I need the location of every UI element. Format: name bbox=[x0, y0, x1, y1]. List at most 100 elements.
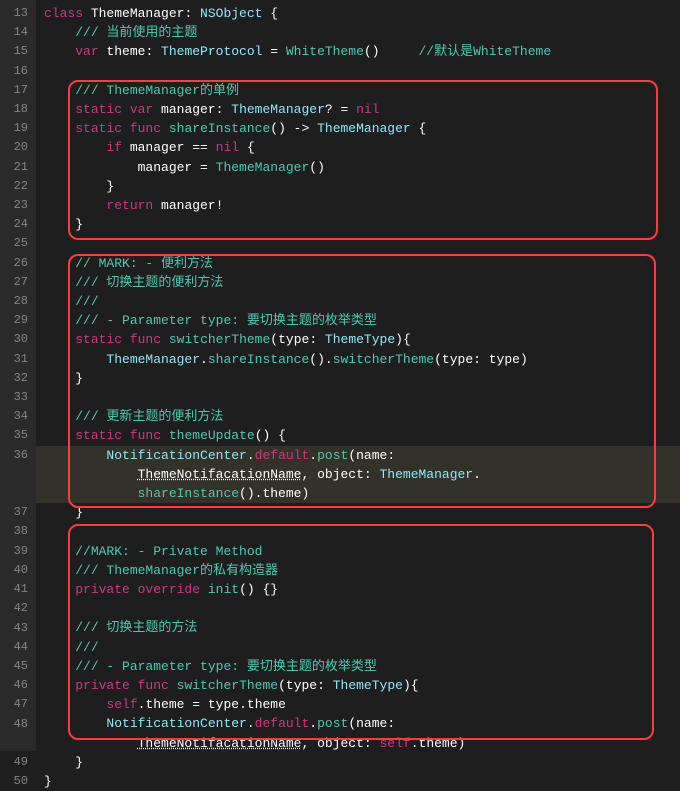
code-line[interactable]: /// bbox=[36, 292, 680, 311]
token: self bbox=[106, 697, 137, 712]
token: ( bbox=[434, 352, 442, 367]
code-line[interactable]: } bbox=[36, 177, 680, 196]
token: . bbox=[239, 697, 247, 712]
code-line[interactable]: /// 当前使用的主题 bbox=[36, 23, 680, 42]
token bbox=[44, 160, 138, 175]
code-line[interactable]: } bbox=[36, 369, 680, 388]
token: : bbox=[387, 716, 395, 731]
line-number: 31 bbox=[4, 350, 28, 369]
code-area[interactable]: class ThemeManager: NSObject { /// 当前使用的… bbox=[36, 0, 680, 751]
code-line[interactable] bbox=[36, 234, 680, 253]
code-line[interactable]: /// ThemeManager的私有构造器 bbox=[36, 561, 680, 580]
code-line[interactable]: /// 更新主题的便利方法 bbox=[36, 407, 680, 426]
code-line[interactable]: private func switcherTheme(type: ThemeTy… bbox=[36, 676, 680, 695]
token: default bbox=[255, 448, 310, 463]
code-line[interactable] bbox=[36, 388, 680, 407]
token: ){ bbox=[395, 332, 411, 347]
token: { bbox=[411, 121, 427, 136]
code-line[interactable]: self.theme = type.theme bbox=[36, 695, 680, 714]
token: name bbox=[356, 716, 387, 731]
token bbox=[44, 275, 75, 290]
code-line[interactable]: static func themeUpdate() { bbox=[36, 426, 680, 445]
token: type bbox=[489, 352, 520, 367]
code-line[interactable]: shareInstance().theme) bbox=[36, 484, 680, 503]
token bbox=[44, 44, 75, 59]
token: : bbox=[364, 736, 380, 751]
code-editor[interactable]: 1314151617181920212223242526272829303132… bbox=[0, 0, 680, 751]
line-number: 32 bbox=[4, 369, 28, 388]
token: manager bbox=[153, 198, 215, 213]
token: object bbox=[317, 736, 364, 751]
line-number: 45 bbox=[4, 657, 28, 676]
token: manager bbox=[122, 140, 192, 155]
token bbox=[161, 332, 169, 347]
code-line[interactable]: } bbox=[36, 772, 680, 791]
token: nil bbox=[356, 102, 379, 117]
code-line[interactable]: if manager == nil { bbox=[36, 138, 680, 157]
token bbox=[44, 198, 106, 213]
token bbox=[44, 121, 75, 136]
token: //MARK: - Private Method bbox=[75, 544, 262, 559]
token: //默认是WhiteTheme bbox=[419, 44, 552, 59]
line-number: 28 bbox=[4, 292, 28, 311]
line-number: 42 bbox=[4, 599, 28, 618]
code-line[interactable] bbox=[36, 599, 680, 618]
line-number: 13 bbox=[4, 4, 28, 23]
code-line[interactable]: ThemeNotifacationName, object: self.them… bbox=[36, 734, 680, 753]
code-line[interactable]: /// - Parameter type: 要切换主题的枚举类型 bbox=[36, 311, 680, 330]
line-number: 35 bbox=[4, 426, 28, 445]
code-line[interactable]: static var manager: ThemeManager? = nil bbox=[36, 100, 680, 119]
token bbox=[44, 256, 75, 271]
code-line[interactable]: } bbox=[36, 503, 680, 522]
token: . bbox=[473, 467, 481, 482]
token: init bbox=[208, 582, 239, 597]
line-number: 18 bbox=[4, 100, 28, 119]
token: self bbox=[379, 736, 410, 751]
code-line[interactable] bbox=[36, 62, 680, 81]
token: /// ThemeManager的私有构造器 bbox=[75, 563, 278, 578]
code-line[interactable]: ThemeManager.shareInstance().switcherThe… bbox=[36, 350, 680, 369]
code-line[interactable]: private override init() {} bbox=[36, 580, 680, 599]
token: ThemeType bbox=[333, 678, 403, 693]
code-line[interactable]: /// 切换主题的方法 bbox=[36, 618, 680, 637]
token bbox=[161, 121, 169, 136]
token: } bbox=[106, 179, 114, 194]
code-line[interactable]: } bbox=[36, 215, 680, 234]
code-line[interactable] bbox=[36, 522, 680, 541]
code-line[interactable]: manager = ThemeManager() bbox=[36, 158, 680, 177]
code-line[interactable]: // MARK: - 便利方法 bbox=[36, 254, 680, 273]
token bbox=[44, 486, 138, 501]
token: ){ bbox=[403, 678, 419, 693]
line-number: 34 bbox=[4, 407, 28, 426]
token: } bbox=[75, 505, 83, 520]
line-number bbox=[4, 465, 28, 484]
token: : bbox=[309, 332, 325, 347]
token: } bbox=[75, 371, 83, 386]
code-line[interactable]: /// 切换主题的便利方法 bbox=[36, 273, 680, 292]
code-line[interactable]: NotificationCenter.default.post(name: bbox=[36, 714, 680, 733]
code-line[interactable]: ThemeNotifacationName, object: ThemeMana… bbox=[36, 465, 680, 484]
line-number: 27 bbox=[4, 273, 28, 292]
token: post bbox=[317, 448, 348, 463]
code-line[interactable]: return manager! bbox=[36, 196, 680, 215]
code-line[interactable]: /// bbox=[36, 638, 680, 657]
code-line[interactable]: //MARK: - Private Method bbox=[36, 542, 680, 561]
code-line[interactable]: static func shareInstance() -> ThemeMana… bbox=[36, 119, 680, 138]
code-line[interactable]: NotificationCenter.default.post(name: bbox=[36, 446, 680, 465]
token: ? = bbox=[325, 102, 356, 117]
code-line[interactable]: static func switcherTheme(type: ThemeTyp… bbox=[36, 330, 680, 349]
code-line[interactable]: class ThemeManager: NSObject { bbox=[36, 4, 680, 23]
token: . bbox=[200, 352, 208, 367]
token bbox=[44, 409, 75, 424]
code-line[interactable]: } bbox=[36, 753, 680, 772]
code-line[interactable]: var theme: ThemeProtocol = WhiteTheme() … bbox=[36, 42, 680, 61]
token: manager bbox=[153, 102, 215, 117]
code-line[interactable]: /// - Parameter type: 要切换主题的枚举类型 bbox=[36, 657, 680, 676]
line-number: 25 bbox=[4, 234, 28, 253]
line-number: 24 bbox=[4, 215, 28, 234]
code-line[interactable]: /// ThemeManager的单例 bbox=[36, 81, 680, 100]
token: : bbox=[364, 467, 380, 482]
token: . bbox=[411, 736, 419, 751]
token: shareInstance bbox=[169, 121, 270, 136]
token: switcherTheme bbox=[177, 678, 278, 693]
